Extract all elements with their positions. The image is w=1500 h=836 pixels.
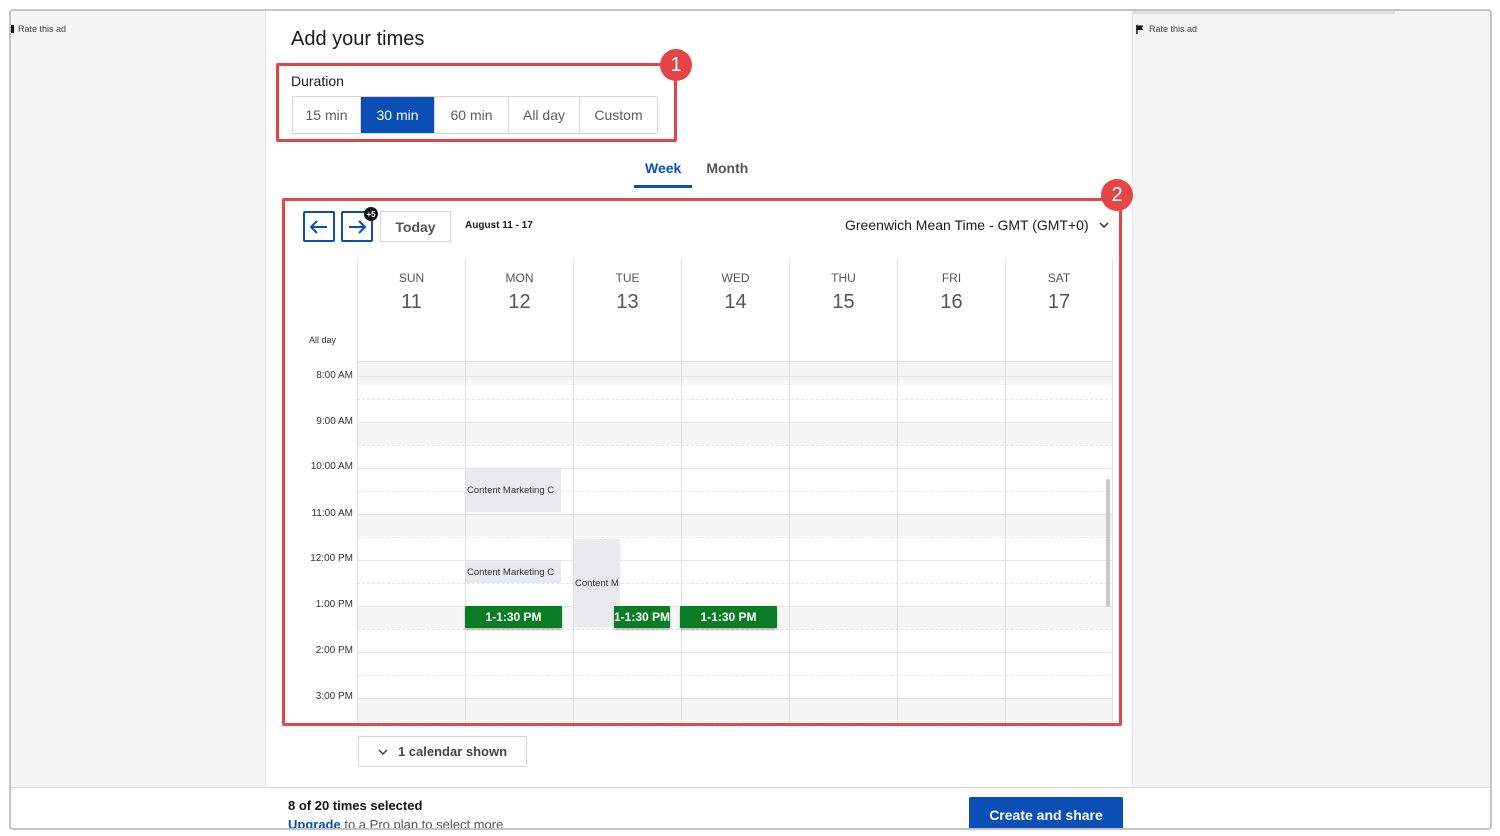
view-tabs: Week Month — [634, 160, 748, 188]
selected-time-slot[interactable]: 1-1:30 PM — [465, 606, 562, 628]
calendar-event[interactable]: Content Marketing C — [466, 561, 561, 583]
day-column-thu[interactable]: THU 15 — [789, 259, 897, 723]
create-and-share-button[interactable]: Create and share — [969, 797, 1123, 828]
calendars-shown-label: 1 calendar shown — [397, 744, 508, 759]
footer-bar: 8 of 20 times selected Upgrade to a Pro … — [11, 787, 1490, 830]
tab-month[interactable]: Month — [706, 160, 748, 188]
duration-option-30[interactable]: 30 min — [361, 97, 435, 133]
duration-option-60[interactable]: 60 min — [435, 97, 509, 133]
time-label: 9:00 AM — [316, 416, 353, 427]
upgrade-link[interactable]: Upgrade — [288, 817, 341, 828]
event-title: Content M — [575, 577, 619, 589]
ad-panel-right: Rate this ad — [1132, 11, 1490, 787]
day-of-week: SAT — [1047, 271, 1071, 285]
rate-ad-label: Rate this ad — [1149, 24, 1198, 34]
duration-label: Duration — [291, 73, 344, 89]
time-label: 3:00 PM — [315, 691, 353, 702]
day-number: 11 — [401, 291, 422, 313]
day-of-week: MON — [505, 271, 534, 285]
rate-ad-right[interactable]: Rate this ad — [1136, 24, 1197, 34]
day-column-fri[interactable]: FRI 16 — [897, 259, 1005, 723]
annotation-badge-1: 1 — [660, 49, 692, 81]
day-number: 17 — [1047, 291, 1071, 313]
time-label: 8:00 AM — [316, 370, 353, 381]
event-title: Content Marketing C — [467, 566, 555, 578]
week-calendar: All day 8:00 AM 9:00 AM 10:00 AM 11:00 A… — [297, 259, 1115, 723]
selected-time-slot[interactable]: 1-1:30 PM — [614, 606, 670, 628]
arrow-right-icon — [349, 219, 366, 234]
more-count-badge: +5 — [364, 207, 378, 221]
arrow-left-icon — [310, 219, 327, 234]
duration-option-all-day[interactable]: All day — [509, 97, 580, 133]
day-of-week: TUE — [615, 271, 640, 285]
day-column-sat[interactable]: SAT 17 — [1005, 259, 1113, 723]
time-label: 1:00 PM — [315, 599, 353, 610]
day-of-week: WED — [721, 271, 750, 285]
time-gutter: All day 8:00 AM 9:00 AM 10:00 AM 11:00 A… — [297, 259, 357, 723]
selected-time-slot[interactable]: 1-1:30 PM — [680, 606, 777, 628]
day-of-week: THU — [831, 271, 856, 285]
day-column-sun[interactable]: SUN 11 — [357, 259, 465, 723]
day-number: 12 — [508, 291, 531, 313]
day-of-week: SUN — [398, 271, 425, 285]
duration-selector: 15 min 30 min 60 min All day Custom — [292, 96, 658, 134]
upgrade-text: to a Pro plan to select more — [340, 817, 504, 830]
day-number: 15 — [832, 291, 855, 313]
day-column-tue[interactable]: TUE 13 — [573, 259, 681, 723]
flag-icon — [11, 25, 14, 33]
annotation-badge-2: 2 — [1101, 179, 1133, 211]
ad-panel-left: Rate this ad — [11, 11, 266, 787]
time-label: 2:00 PM — [315, 645, 353, 656]
day-number: 13 — [616, 291, 639, 313]
timezone-select[interactable]: Greenwich Mean Time - GMT (GMT+0) — [845, 217, 1109, 233]
chevron-down-icon — [1099, 222, 1109, 228]
duration-option-15[interactable]: 15 min — [293, 97, 361, 133]
rate-ad-label: Rate this ad — [18, 24, 67, 34]
day-column-wed[interactable]: WED 14 — [681, 259, 789, 723]
calendar-event[interactable]: Content Marketing C — [466, 469, 561, 512]
upgrade-message: Upgrade to a Pro plan to select more — [288, 817, 504, 830]
tab-week[interactable]: Week — [634, 160, 693, 188]
duration-option-custom[interactable]: Custom — [580, 97, 657, 133]
ad-top-bar — [1133, 11, 1395, 14]
day-number: 14 — [724, 291, 747, 313]
allday-label: All day — [309, 335, 337, 345]
selection-count: 8 of 20 times selected — [288, 798, 423, 813]
flag-icon — [1136, 24, 1144, 34]
main-content: Add your times 1 Duration 15 min 30 min … — [267, 11, 1133, 787]
time-label: 10:00 AM — [310, 461, 353, 472]
time-label: 12:00 PM — [310, 553, 353, 564]
page-title: Add your times — [291, 28, 425, 50]
day-of-week: FRI — [941, 271, 962, 285]
date-range: August 11 - 17 — [465, 220, 533, 231]
time-label: 11:00 AM — [311, 508, 353, 519]
rate-ad-left[interactable]: Rate this ad — [11, 24, 66, 34]
prev-week-button[interactable] — [303, 211, 335, 242]
event-title: Content Marketing C — [467, 485, 555, 496]
app-frame: Rate this ad Rate this ad Add your times… — [9, 9, 1492, 830]
calendars-shown-toggle[interactable]: 1 calendar shown — [358, 736, 527, 767]
chevron-down-icon — [378, 748, 388, 755]
day-columns: SUN 11 MON 12 TUE 13 WED 14 THU 15 FRI 1… — [357, 259, 1113, 723]
today-button[interactable]: Today — [380, 211, 451, 242]
timezone-label: Greenwich Mean Time - GMT (GMT+0) — [845, 217, 1089, 233]
calendar-scrollbar[interactable] — [1106, 479, 1110, 607]
day-number: 16 — [940, 291, 963, 313]
